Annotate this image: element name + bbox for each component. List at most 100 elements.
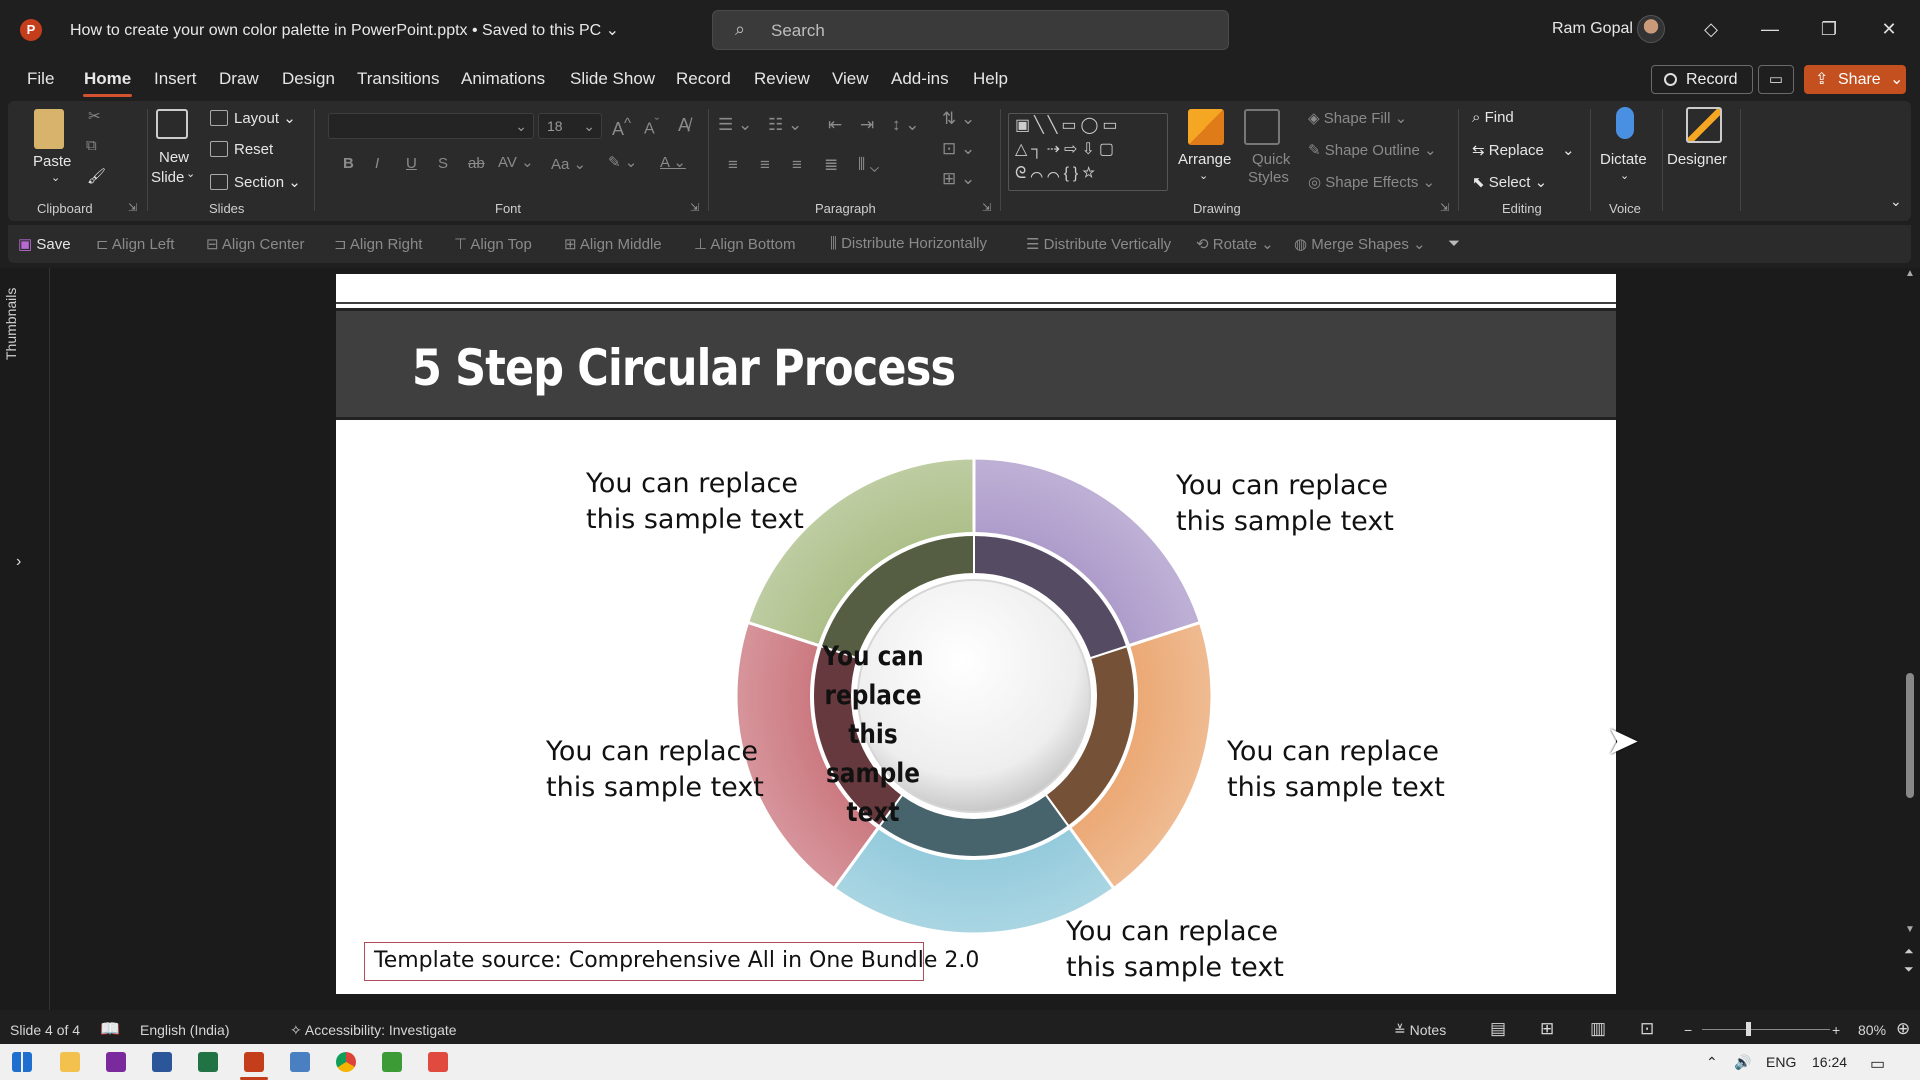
slide-canvas[interactable]: 5 Step Circular Process You can replace t…	[336, 274, 1616, 994]
new-slide-label-1[interactable]: New	[159, 149, 189, 166]
slideshow-view-icon[interactable]: ⊡	[1640, 1019, 1654, 1039]
tab-add-ins[interactable]: Add-ins	[891, 69, 949, 89]
copy-icon[interactable]: ⧉	[86, 137, 97, 154]
powerpoint-taskbar-icon[interactable]	[244, 1052, 264, 1072]
customize-toolbar-icon[interactable]: ⏷	[1448, 235, 1460, 252]
template-source-box[interactable]: Template source: Comprehensive All in On…	[364, 942, 979, 981]
excel-icon[interactable]	[198, 1052, 218, 1072]
line-spacing-icon[interactable]: ↕ ⌄	[892, 115, 919, 135]
shadow-icon[interactable]: S	[438, 155, 448, 172]
minimize-icon[interactable]: —	[1747, 14, 1793, 44]
font-size-select[interactable]: 18 ⌄	[538, 113, 602, 139]
volume-icon[interactable]: 🔊	[1734, 1054, 1751, 1071]
comments-button[interactable]: ▭	[1758, 65, 1794, 94]
share-button[interactable]: ⇪ Share ⌄	[1804, 65, 1906, 94]
sample-text-bottom-left[interactable]: You can replace this sample text	[546, 734, 764, 806]
file-explorer-icon[interactable]	[60, 1052, 80, 1072]
replace-button[interactable]: ⇆ Replace ⌄	[1472, 141, 1575, 159]
shape-fill-button[interactable]: ◈ Shape Fill ⌄	[1308, 109, 1407, 127]
zoom-level[interactable]: 80%	[1858, 1022, 1886, 1038]
chevron-down-icon[interactable]: ⌄	[1620, 169, 1629, 182]
change-case-icon[interactable]: Aa ⌄	[551, 155, 586, 173]
record-button[interactable]: Record	[1651, 65, 1753, 94]
dialog-launcher-icon[interactable]: ⇲	[128, 201, 137, 214]
slide-counter[interactable]: Slide 4 of 4	[10, 1022, 80, 1038]
zoom-slider[interactable]	[1702, 1029, 1830, 1030]
align-right-button[interactable]: ⊐ Align Right	[334, 235, 422, 253]
vertical-scrollbar[interactable]: ▲ ▼ ⏶ ⏷	[1900, 268, 1920, 988]
columns-icon[interactable]: ⫴ ⌄	[858, 155, 879, 175]
windows-start-icon[interactable]	[12, 1052, 32, 1072]
paste-button[interactable]: Paste	[33, 153, 71, 170]
font-family-select[interactable]: ⌄	[328, 113, 534, 139]
camtasia-icon[interactable]	[382, 1052, 402, 1072]
sample-text-top-left[interactable]: You can replace this sample text	[586, 466, 804, 538]
tab-draw[interactable]: Draw	[219, 69, 259, 89]
arrange-button[interactable]: Arrange	[1178, 151, 1231, 168]
tab-insert[interactable]: Insert	[154, 69, 197, 89]
chevron-down-icon[interactable]: ⌄	[186, 167, 195, 180]
grow-font-icon[interactable]: A^	[612, 115, 631, 140]
avatar[interactable]	[1637, 15, 1665, 43]
tab-design[interactable]: Design	[282, 69, 335, 89]
tab-animations[interactable]: Animations	[461, 69, 545, 89]
previous-slide-icon[interactable]: ⏶	[1904, 944, 1914, 959]
diamond-icon[interactable]: ◇	[1688, 14, 1734, 44]
highlight-icon[interactable]: ✎ ⌄	[608, 153, 637, 171]
align-right-icon[interactable]: ≡	[792, 155, 802, 175]
accessibility-button[interactable]: ✧ Accessibility: Investigate	[290, 1022, 457, 1039]
scroll-down-icon[interactable]: ▼	[1905, 924, 1915, 935]
tab-review[interactable]: Review	[754, 69, 810, 89]
slide-sorter-icon[interactable]: ⊞	[1540, 1019, 1554, 1039]
underline-icon[interactable]: U	[406, 155, 417, 172]
snagit-icon[interactable]	[428, 1052, 448, 1072]
dialog-launcher-icon[interactable]: ⇲	[1440, 201, 1449, 214]
user-name[interactable]: Ram Gopal	[1552, 20, 1633, 38]
bold-icon[interactable]: B	[343, 155, 354, 172]
tab-file[interactable]: File	[27, 69, 54, 89]
input-language[interactable]: ENG	[1766, 1054, 1796, 1070]
ribbon-collapse-icon[interactable]: ⌄	[1890, 193, 1902, 210]
justify-icon[interactable]: ≣	[824, 155, 838, 175]
notification-icon[interactable]: ▭	[1870, 1054, 1885, 1074]
align-top-button[interactable]: ⊤ Align Top	[454, 235, 532, 253]
save-button[interactable]: ▣ Save	[18, 235, 71, 253]
search-box[interactable]: ⌕ Search	[712, 10, 1229, 50]
format-painter-icon[interactable]: 🖌	[87, 167, 106, 185]
chevron-right-icon[interactable]: ›	[16, 553, 21, 571]
quick-styles-label-1[interactable]: Quick	[1252, 151, 1290, 168]
spelling-icon[interactable]: 📖	[100, 1019, 120, 1039]
text-direction-icon[interactable]: ⇅ ⌄	[942, 109, 975, 129]
center-text[interactable]: You can replace this sample text	[804, 637, 942, 832]
align-center-icon[interactable]: ≡	[760, 155, 770, 175]
tab-record[interactable]: Record	[676, 69, 731, 89]
thumbnails-panel[interactable]: ›	[0, 268, 50, 1010]
distribute-horizontally-button[interactable]: ⫼ Distribute Horizontally	[830, 235, 987, 252]
chevron-down-icon[interactable]: ⌄	[1199, 169, 1208, 182]
chevron-down-icon[interactable]: ⌄	[1890, 65, 1903, 94]
tab-help[interactable]: Help	[973, 69, 1008, 89]
shape-effects-button[interactable]: ◎ Shape Effects ⌄	[1308, 173, 1435, 191]
bullets-icon[interactable]: ☰ ⌄	[718, 115, 752, 135]
font-color-icon[interactable]: A ⌄	[660, 153, 686, 171]
align-center-button[interactable]: ⊟ Align Center	[206, 235, 304, 253]
thumbnails-label[interactable]: Thumbnails	[3, 280, 19, 360]
powerpoint-app-icon[interactable]: P	[20, 19, 42, 41]
cut-icon[interactable]: ✂	[88, 107, 101, 125]
clear-formatting-icon[interactable]: A̸	[678, 115, 690, 136]
dialog-launcher-icon[interactable]: ⇲	[690, 201, 699, 214]
section-button[interactable]: Section ⌄	[210, 173, 301, 191]
rotate-button[interactable]: ⟲ Rotate ⌄	[1196, 235, 1274, 253]
align-middle-button[interactable]: ⊞ Align Middle	[564, 235, 662, 253]
italic-icon[interactable]: I	[375, 155, 379, 172]
language-indicator[interactable]: English (India)	[140, 1022, 230, 1038]
merge-shapes-button[interactable]: ◍ Merge Shapes ⌄	[1294, 235, 1426, 253]
character-spacing-icon[interactable]: AV ⌄	[498, 153, 534, 171]
align-text-icon[interactable]: ⊡ ⌄	[942, 139, 975, 159]
tab-view[interactable]: View	[832, 69, 869, 89]
shrink-font-icon[interactable]: Aˇ	[644, 115, 659, 138]
align-left-icon[interactable]: ≡	[728, 155, 738, 175]
document-title[interactable]: How to create your own color palette in …	[70, 20, 619, 40]
smartart-icon[interactable]: ⊞ ⌄	[942, 169, 975, 189]
select-button[interactable]: ⬉ Select ⌄	[1472, 173, 1547, 191]
